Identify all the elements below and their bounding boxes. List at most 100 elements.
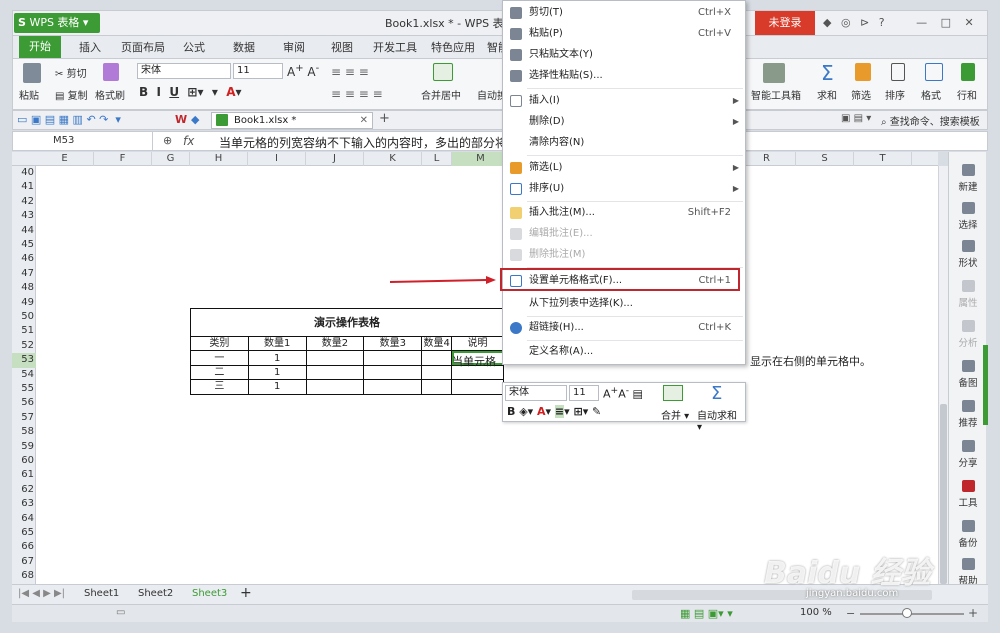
sheet-nav-icons[interactable]: |◀ ◀ ▶ ▶| [18,588,65,599]
font-size-select[interactable]: 11 [233,63,283,79]
menu-item-delete-comment[interactable]: 删除批注(M) [503,245,745,265]
row-number[interactable]: 50 [12,310,36,324]
row-number[interactable]: 43 [12,209,36,223]
column-header[interactable]: F [94,152,152,166]
row-number[interactable]: 41 [12,180,36,194]
cut-button[interactable]: ✂ 剪切 [55,65,87,80]
row-number[interactable]: 49 [12,296,36,310]
new-tab-icon[interactable]: + [379,111,390,126]
format-painter-button[interactable]: 格式刷 [95,87,125,102]
menu-item-sort[interactable]: 排序(U) ▶ [503,179,745,199]
side-properties[interactable]: 属性 [949,280,987,309]
tab-review[interactable]: 审阅 [283,39,305,55]
menu-item-paste-special[interactable]: 选择性粘贴(S)... [503,66,745,86]
mini-merge-icon[interactable] [663,385,683,401]
zoom-in-icon[interactable]: + [968,606,978,620]
menu-item-hyperlink[interactable]: 超链接(H)... Ctrl+K [503,318,745,338]
mini-sum-icon[interactable]: Σ [711,383,722,404]
search-command[interactable]: ⌕ 查找命令、搜索模板 [881,113,980,128]
table-header-cell[interactable]: 数量1 [247,335,307,352]
row-number[interactable]: 59 [12,440,36,454]
cube-icon[interactable]: ◆ [191,113,199,126]
table-cell[interactable] [305,379,365,395]
table-cell[interactable]: 二 [190,364,249,381]
format-icon[interactable] [925,63,943,81]
wps-home-icon[interactable]: W [175,113,187,126]
format-painter-icon[interactable] [103,63,119,81]
side-share[interactable]: 分享 [949,440,987,469]
row-number[interactable]: 65 [12,526,36,540]
help-icon[interactable]: ? [879,16,885,29]
tab-formulas[interactable]: 公式 [183,39,205,55]
formula-input[interactable]: 当单元格的列宽容纳不下输入的内容时，多出的部分将 [219,134,507,151]
row-number[interactable]: 51 [12,324,36,338]
sheet-tab[interactable]: Sheet2 [138,588,173,599]
tab-page-layout[interactable]: 页面布局 [121,39,165,55]
minimize-icon[interactable]: — [916,16,927,29]
smart-toolbox-button[interactable]: 智能工具箱 [751,87,801,102]
column-header[interactable]: H [190,152,248,166]
side-gallery[interactable]: 备图 [949,360,987,389]
row-number[interactable]: 60 [12,454,36,468]
column-header[interactable]: L [422,152,452,166]
menu-item-edit-comment[interactable]: 编辑批注(E)... [503,224,745,244]
filter-icon[interactable] [855,63,871,81]
row-number[interactable]: 54 [12,368,36,382]
column-header[interactable]: S [796,152,854,166]
zoom-out-icon[interactable]: − [846,607,855,620]
mini-autosum-button[interactable]: 自动求和 ▾ [697,407,745,433]
side-select[interactable]: 选择 [949,202,987,231]
scroll-thumb[interactable] [940,404,947,584]
side-recommend[interactable]: 推荐 [949,400,987,429]
mini-merge-button[interactable]: 合并 ▾ [661,407,689,422]
table-cell[interactable] [305,364,365,381]
row-number[interactable]: 45 [12,238,36,252]
menu-item-cut[interactable]: 剪切(T) Ctrl+X [503,3,745,23]
column-header[interactable]: J [306,152,364,166]
table-cell[interactable] [363,364,423,381]
sum-icon[interactable]: Σ [821,61,834,85]
table-cell[interactable] [421,350,453,366]
merge-icon[interactable] [433,63,453,81]
row-number[interactable]: 66 [12,540,36,554]
table-header-cell[interactable]: 类别 [190,335,249,352]
view-mode-icons[interactable]: ▦ ▤ ▣▾ ▾ [680,607,733,620]
row-number[interactable]: 46 [12,252,36,266]
table-cell[interactable] [421,379,453,395]
table-cell[interactable] [363,350,423,366]
tab-view[interactable]: 视图 [331,39,353,55]
row-number[interactable]: 62 [12,483,36,497]
side-backup[interactable]: 备份 [949,520,987,549]
sheet-tab[interactable]: Sheet1 [84,588,119,599]
menu-item-clear-contents[interactable]: 清除内容(N) [503,133,745,153]
row-number[interactable]: 53 [12,353,36,368]
settings-icon[interactable]: ◎ [841,16,851,29]
font-style-buttons[interactable]: B I U ⊞▾ ▾ A▾ [139,85,242,99]
mini-font-grow-icon[interactable]: A+A- ▤ [603,385,643,401]
row-number[interactable]: 58 [12,425,36,439]
format-button[interactable]: 格式 [921,87,941,102]
menu-item-pick-from-list[interactable]: 从下拉列表中选择(K)... [503,294,745,314]
sum-button[interactable]: 求和 [817,87,837,102]
name-box[interactable]: M53 [13,132,153,150]
login-button[interactable]: 未登录 [755,11,815,35]
fx-icon[interactable]: fx [183,134,194,148]
sort-button[interactable]: 排序 [885,87,905,102]
sort-icon[interactable] [891,63,905,81]
row-number[interactable]: 48 [12,281,36,295]
menu-item-insert[interactable]: 插入(I) ▶ [503,91,745,111]
table-cell[interactable] [421,364,453,381]
paste-icon[interactable] [23,63,41,83]
menu-item-paste-text[interactable]: 只粘贴文本(Y) [503,45,745,65]
tab-home[interactable]: 开始 [19,36,61,58]
row-number[interactable]: 56 [12,396,36,410]
side-shapes[interactable]: 形状 [949,240,987,269]
column-header[interactable]: I [248,152,306,166]
panel-collapse-handle[interactable] [983,345,988,425]
tab-insert[interactable]: 插入 [79,39,101,55]
table-cell[interactable]: 1 [247,350,307,366]
filter-button[interactable]: 筛选 [851,87,871,102]
side-new[interactable]: 新建 [949,164,987,193]
close-tab-icon[interactable]: ✕ [360,113,368,128]
vertical-scrollbar[interactable] [938,166,948,584]
